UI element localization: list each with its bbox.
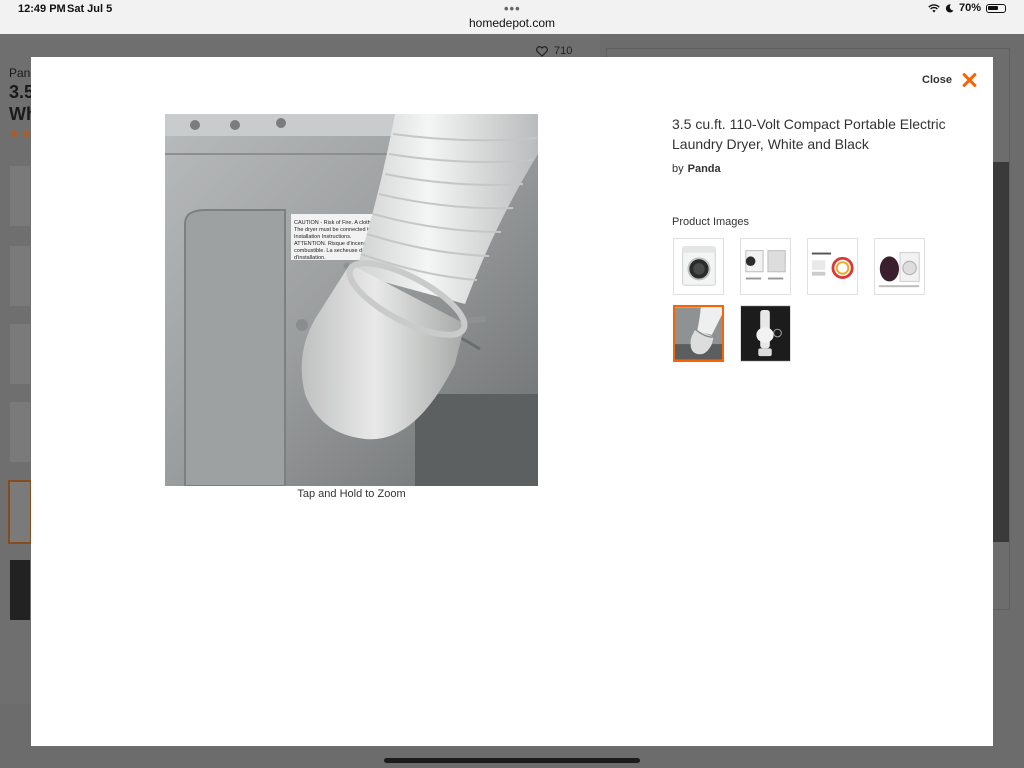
thumbnail-vent-hose-installed[interactable] — [673, 305, 724, 362]
thumbnail-dryer-door-open[interactable] — [874, 238, 925, 295]
close-label: Close — [922, 74, 952, 86]
thumbnail-vent-hose-kit[interactable] — [740, 305, 791, 362]
background-rating-stars-icon: ★★ — [9, 127, 33, 141]
close-button[interactable]: Close — [922, 72, 977, 88]
main-product-image[interactable]: CAUTION - Risk of Fire. A clothes dryer … — [165, 114, 538, 486]
caution-line: Installation Instructions. — [294, 234, 352, 240]
status-bar: 12:49 PM Sat Jul 5 ••• homedepot.com 70% — [0, 0, 1024, 34]
byline: by Panda — [672, 163, 721, 175]
background-thumbnail-selected — [8, 480, 32, 544]
status-date: Sat Jul 5 — [67, 3, 113, 15]
background-thumbnail — [10, 560, 30, 620]
product-title: 3.5 cu.ft. 110-Volt Compact Portable Ele… — [672, 116, 946, 152]
thumbnail-panda-features[interactable] — [807, 238, 858, 295]
caution-line: ATTENTION. Risque d'incendie — [294, 241, 371, 247]
vent-hose-image: CAUTION - Risk of Fire. A clothes dryer … — [165, 114, 538, 486]
battery-icon — [986, 3, 1006, 13]
favorites-count: 710 — [554, 45, 573, 57]
close-icon — [961, 72, 977, 88]
product-images-label: Product Images — [672, 216, 750, 228]
heart-icon — [536, 45, 548, 57]
more-dots-icon[interactable]: ••• — [504, 1, 521, 16]
vent-hose-installed-image — [675, 307, 722, 360]
background-thumbnail — [10, 246, 30, 306]
dryer-dimensions-image — [741, 239, 790, 294]
caution-line: combustible. La secheuse doit — [294, 248, 368, 254]
background-right-image — [993, 162, 1009, 542]
background-thumbnail — [10, 324, 30, 384]
image-gallery-modal: Close CAUTION - Risk of Fire. A clothes … — [31, 57, 993, 746]
status-time: 12:49 PM — [18, 3, 66, 15]
thumbnail-dryer-dimensions[interactable] — [740, 238, 791, 295]
address-bar-url[interactable]: homedepot.com — [0, 16, 1024, 30]
status-right: 70% — [928, 2, 1006, 14]
dryer-door-open-image — [875, 239, 924, 294]
by-label: by — [672, 163, 684, 175]
vent-hose-kit-image — [741, 306, 790, 361]
brand-link[interactable]: Panda — [688, 163, 721, 175]
wifi-icon — [928, 3, 940, 12]
moon-icon — [945, 3, 954, 12]
zoom-hint: Tap and Hold to Zoom — [297, 488, 406, 500]
battery-percent: 70% — [958, 2, 981, 14]
background-thumbnail — [10, 166, 30, 226]
background-favorites: 710 — [536, 45, 572, 57]
background-thumbnail — [10, 402, 30, 462]
thumbnail-dryer-front[interactable] — [673, 238, 724, 295]
home-indicator[interactable] — [384, 758, 640, 763]
dryer-front-image — [674, 239, 723, 294]
panda-features-image — [808, 239, 857, 294]
caution-line: d'installation. — [294, 255, 326, 261]
